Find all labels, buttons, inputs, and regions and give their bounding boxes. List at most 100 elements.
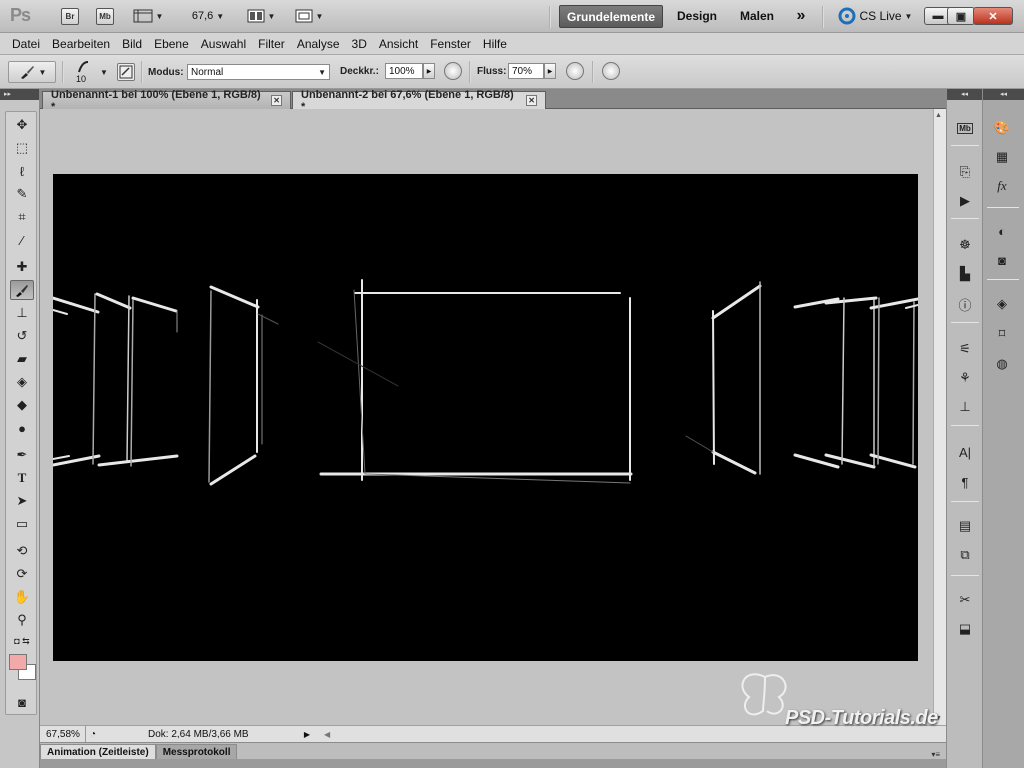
clone-source-panel-button[interactable]: ⊥ xyxy=(954,396,976,418)
cs-live-button[interactable]: CS Live ▼ xyxy=(835,6,915,26)
notes-panel-button[interactable]: ▤ xyxy=(954,515,976,537)
clone-stamp-tool[interactable]: ⊥ xyxy=(10,303,34,323)
hand-tool[interactable]: ✋ xyxy=(10,587,34,607)
3d-orbit-tool[interactable]: ⟳ xyxy=(10,564,34,584)
horizontal-scroll-left-icon[interactable]: ◀ xyxy=(324,730,330,739)
dodge-tool[interactable]: ● xyxy=(10,418,34,438)
tab-animation[interactable]: Animation (Zeitleiste) xyxy=(40,744,156,759)
3d-panel-button[interactable]: ⬓ xyxy=(954,618,976,640)
close-window-button[interactable]: ✕ xyxy=(973,7,1013,25)
collapse-tools-button[interactable]: ▸▸ xyxy=(0,89,39,100)
airbrush-toggle[interactable] xyxy=(566,62,584,80)
menu-fenster[interactable]: Fenster xyxy=(424,37,477,51)
more-workspaces-button[interactable]: » xyxy=(790,6,812,26)
history-brush-tool[interactable]: ↺ xyxy=(10,326,34,346)
menu-auswahl[interactable]: Auswahl xyxy=(195,37,252,51)
marquee-tool[interactable]: ⬚ xyxy=(10,138,34,158)
tab-messprotokoll[interactable]: Messprotokoll xyxy=(155,744,238,759)
styles-panel-button[interactable]: fx xyxy=(991,175,1013,197)
swatches-panel-button[interactable]: ▦ xyxy=(991,146,1013,168)
paragraph-panel-button[interactable]: ¶ xyxy=(954,471,976,493)
close-icon[interactable]: ✕ xyxy=(526,95,537,106)
layers-panel-button[interactable]: ◈ xyxy=(991,293,1013,315)
menu-bild[interactable]: Bild xyxy=(116,37,148,51)
launch-minibridge-button[interactable]: Mb xyxy=(96,8,114,25)
menu-bearbeiten[interactable]: Bearbeiten xyxy=(46,37,116,51)
status-zoom-field[interactable]: 67,58% xyxy=(40,726,86,742)
quick-selection-tool[interactable]: ✎ xyxy=(10,184,34,204)
menu-filter[interactable]: Filter xyxy=(252,37,291,51)
tool-presets-panel-button[interactable]: ✂ xyxy=(954,589,976,611)
eyedropper-tool[interactable]: ⁄ xyxy=(10,230,34,250)
menu-3d[interactable]: 3D xyxy=(346,37,373,51)
character-panel-button[interactable]: A| xyxy=(954,441,976,463)
brush-panel-button[interactable]: ⚘ xyxy=(954,367,976,389)
path-selection-tool[interactable]: ➤ xyxy=(10,491,34,511)
paths-panel-button[interactable]: ◍ xyxy=(991,353,1013,375)
menu-analyse[interactable]: Analyse xyxy=(291,37,346,51)
workspace-grundelemente-button[interactable]: Grundelemente xyxy=(559,5,663,28)
3d-rotate-tool[interactable]: ⟲ xyxy=(10,541,34,561)
type-tool[interactable]: T xyxy=(10,468,34,488)
mode-select[interactable]: Normal ▼ xyxy=(187,64,330,80)
move-tool[interactable]: ✥ xyxy=(10,115,34,135)
crop-tool[interactable]: ⌗ xyxy=(10,207,34,227)
menu-hilfe[interactable]: Hilfe xyxy=(477,37,513,51)
pen-tool[interactable]: ✒ xyxy=(10,445,34,465)
panel-menu-icon[interactable]: ▾≡ xyxy=(931,750,946,759)
foreground-color-swatch[interactable] xyxy=(9,654,27,670)
collapse-dock-button[interactable]: ◂◂ xyxy=(983,89,1024,100)
eraser-tool[interactable]: ▰ xyxy=(10,349,34,369)
channels-panel-button[interactable]: ⌑ xyxy=(991,323,1013,345)
screen-mode-button[interactable]: ▼ xyxy=(292,6,326,26)
tab-unbenannt-1[interactable]: Unbenannt-1 bei 100% (Ebene 1, RGB/8) * … xyxy=(42,89,291,113)
healing-brush-tool[interactable]: ✚ xyxy=(10,257,34,277)
brush-tool[interactable] xyxy=(10,280,34,300)
brush-panel-toggle[interactable] xyxy=(117,63,135,81)
status-menu-button[interactable]: ▶ xyxy=(300,728,314,741)
scroll-up-icon[interactable]: ▲ xyxy=(935,112,942,119)
menu-ansicht[interactable]: Ansicht xyxy=(373,37,424,51)
layer-comps-panel-button[interactable]: ⧉ xyxy=(954,544,976,566)
size-pressure-toggle[interactable] xyxy=(602,62,620,80)
zoom-tool[interactable]: ⚲ xyxy=(10,610,34,630)
image-canvas[interactable] xyxy=(53,174,918,661)
opacity-input[interactable]: 100% xyxy=(385,63,423,79)
paint-bucket-tool[interactable]: ◈ xyxy=(10,372,34,392)
menu-ebene[interactable]: Ebene xyxy=(148,37,195,51)
tab-unbenannt-2[interactable]: Unbenannt-2 bei 67,6% (Ebene 1, RGB/8) *… xyxy=(292,89,546,113)
color-panel-button[interactable]: 🎨 xyxy=(991,117,1013,139)
maximize-button[interactable]: ▣ xyxy=(947,7,975,25)
view-extras-button[interactable]: ▼ xyxy=(131,6,165,26)
histogram-panel-button[interactable]: ▙ xyxy=(954,263,976,285)
lasso-tool[interactable]: ℓ xyxy=(10,161,34,181)
menu-datei[interactable]: Datei xyxy=(6,37,46,51)
opacity-pressure-toggle[interactable] xyxy=(444,62,462,80)
launch-bridge-button[interactable]: Br xyxy=(61,8,79,25)
close-icon[interactable]: ✕ xyxy=(271,95,282,106)
masks-panel-button[interactable]: ◙ xyxy=(991,249,1013,271)
brush-preset-picker[interactable]: 10 ▼ xyxy=(70,58,110,86)
info-panel-button[interactable]: ⓘ xyxy=(954,293,976,315)
minibridge-panel-button[interactable]: Mb xyxy=(954,117,976,139)
actions-panel-button[interactable]: ▶ xyxy=(954,190,976,212)
navigator-panel-button[interactable]: ☸ xyxy=(954,234,976,256)
workspace-malen-button[interactable]: Malen xyxy=(736,6,778,26)
blur-tool[interactable]: ◆ xyxy=(10,395,34,415)
flow-slider-toggle[interactable]: ▶ xyxy=(544,63,556,79)
status-info-icon[interactable]: ◔ xyxy=(86,729,100,740)
workspace-design-button[interactable]: Design xyxy=(672,6,722,26)
adjustments-panel-button[interactable]: ◐ xyxy=(991,220,1013,242)
brush-presets-panel-button[interactable]: ⚟ xyxy=(954,338,976,360)
history-panel-button[interactable]: ⎘ xyxy=(954,161,976,183)
arrange-documents-button[interactable]: ▼ xyxy=(244,6,278,26)
collapse-dock-button[interactable]: ◂◂ xyxy=(947,89,982,100)
default-colors-button[interactable]: ◘ ⇆ xyxy=(10,634,34,648)
flow-input[interactable]: 70% xyxy=(508,63,544,79)
vertical-scrollbar[interactable]: ▲ ▼ xyxy=(933,109,946,725)
opacity-slider-toggle[interactable]: ▶ xyxy=(423,63,435,79)
zoom-level-dropdown[interactable]: 67,6 ▼ xyxy=(188,6,228,26)
tool-preset-picker[interactable]: ▼ xyxy=(8,61,56,83)
quick-mask-button[interactable]: ◙ xyxy=(10,692,34,712)
shape-tool[interactable]: ▭ xyxy=(10,514,34,534)
